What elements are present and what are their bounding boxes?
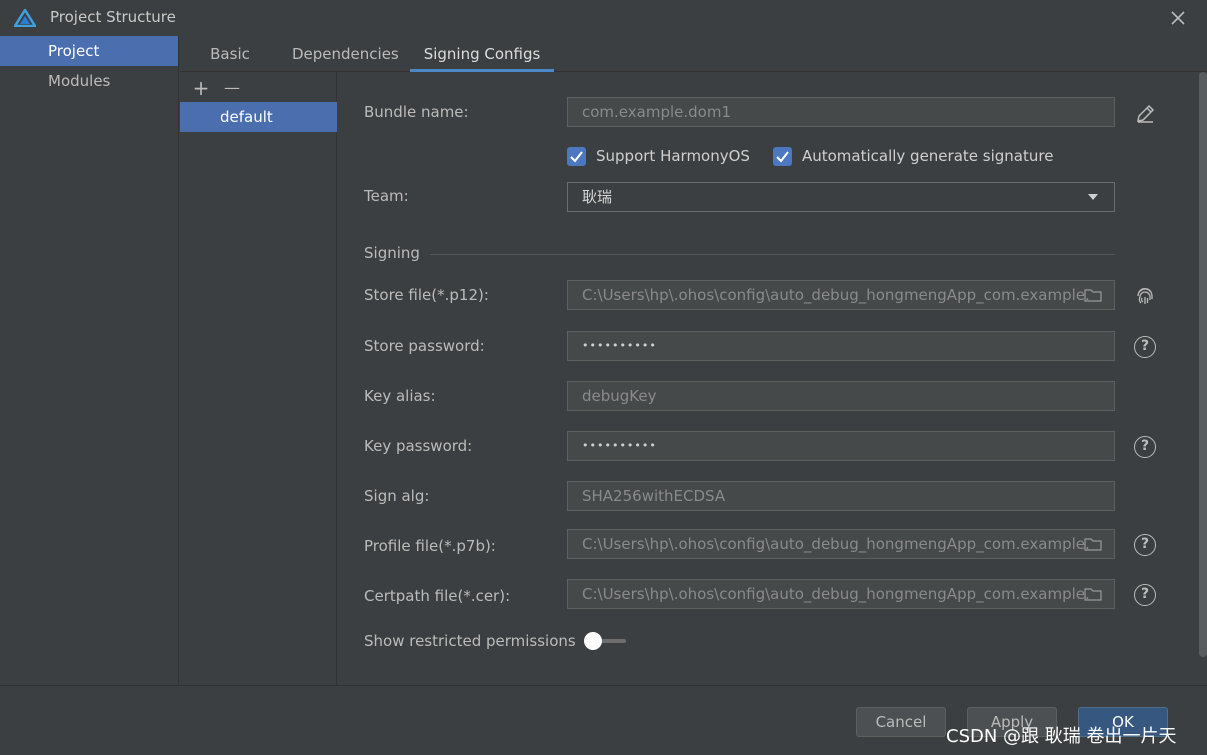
- window-title: Project Structure: [50, 8, 176, 26]
- profile-file-field[interactable]: C:\Users\hp\.ohos\config\auto_debug_hong…: [567, 529, 1115, 559]
- certpath-file-label: Certpath file(*.cer):: [364, 587, 511, 605]
- signing-form: Bundle name: com.example.dom1 Support Ha…: [338, 72, 1207, 685]
- key-password-label: Key password:: [364, 437, 473, 455]
- key-alias-field[interactable]: debugKey: [567, 381, 1115, 411]
- check-icon: [776, 150, 789, 163]
- edit-pencil-icon[interactable]: [1133, 102, 1157, 126]
- app-logo-icon: [14, 9, 36, 27]
- certpath-file-field[interactable]: C:\Users\hp\.ohos\config\auto_debug_hong…: [567, 579, 1115, 609]
- sidebar: Project Modules: [0, 36, 179, 685]
- sign-alg-field[interactable]: SHA256withECDSA: [567, 481, 1115, 511]
- help-icon[interactable]: ?: [1134, 584, 1156, 606]
- section-divider: [430, 254, 1115, 255]
- key-alias-label: Key alias:: [364, 387, 436, 405]
- config-list-panel: + — default: [180, 72, 337, 685]
- tab-signing-configs[interactable]: Signing Configs: [410, 36, 554, 72]
- tab-basic-info[interactable]: Basic Info: [195, 36, 265, 99]
- tab-signing-configs-label: Signing Configs: [423, 45, 541, 63]
- profile-file-value: C:\Users\hp\.ohos\config\auto_debug_hong…: [582, 535, 1090, 553]
- close-icon: [1171, 11, 1185, 25]
- remove-config-button[interactable]: —: [221, 76, 243, 100]
- store-file-field[interactable]: C:\Users\hp\.ohos\config\auto_debug_hong…: [567, 280, 1115, 310]
- vertical-scrollbar[interactable]: [1199, 72, 1207, 657]
- sign-alg-label: Sign alg:: [364, 487, 430, 505]
- auto-signature-label: Automatically generate signature: [801, 147, 1054, 165]
- team-label: Team:: [364, 187, 409, 205]
- auto-signature-checkbox[interactable]: [772, 146, 792, 166]
- sidebar-item-project[interactable]: Project: [0, 36, 178, 66]
- folder-icon[interactable]: [1084, 537, 1102, 551]
- key-password-field[interactable]: ••••••••••: [567, 431, 1115, 461]
- help-icon[interactable]: ?: [1134, 534, 1156, 556]
- store-password-label: Store password:: [364, 337, 485, 355]
- sidebar-item-modules[interactable]: Modules: [0, 66, 178, 96]
- fingerprint-icon[interactable]: [1133, 284, 1157, 308]
- show-restricted-label: Show restricted permissions: [364, 632, 576, 650]
- support-harmonyos-label: Support HarmonyOS: [596, 147, 750, 165]
- bundle-name-label: Bundle name:: [364, 103, 469, 121]
- config-item-default[interactable]: default: [180, 102, 337, 132]
- add-config-button[interactable]: +: [190, 76, 212, 100]
- store-file-label: Store file(*.p12):: [364, 286, 489, 304]
- check-icon: [570, 150, 583, 163]
- show-restricted-toggle[interactable]: [584, 631, 628, 651]
- folder-icon[interactable]: [1084, 587, 1102, 601]
- csdn-watermark: CSDN @跟 耿瑞 卷出一片天: [946, 726, 1177, 747]
- team-dropdown[interactable]: 耿瑞: [567, 182, 1115, 212]
- team-value: 耿瑞: [582, 188, 613, 206]
- toggle-knob: [584, 632, 602, 650]
- cancel-button[interactable]: Cancel: [856, 707, 946, 737]
- chevron-down-icon: [1088, 194, 1098, 200]
- store-password-field[interactable]: ••••••••••: [567, 331, 1115, 361]
- signing-section-title: Signing: [364, 244, 420, 262]
- store-file-value: C:\Users\hp\.ohos\config\auto_debug_hong…: [582, 286, 1090, 304]
- help-icon[interactable]: ?: [1134, 436, 1156, 458]
- support-harmonyos-checkbox[interactable]: [567, 146, 586, 166]
- bundle-name-field[interactable]: com.example.dom1: [567, 97, 1115, 127]
- close-button[interactable]: [1167, 7, 1189, 29]
- tab-dependencies[interactable]: Dependencies: [292, 36, 399, 72]
- profile-file-label: Profile file(*.p7b):: [364, 537, 496, 555]
- help-icon[interactable]: ?: [1134, 336, 1156, 358]
- certpath-file-value: C:\Users\hp\.ohos\config\auto_debug_hong…: [582, 585, 1090, 603]
- tab-bar: Basic Info Dependencies Signing Configs: [180, 36, 1207, 99]
- checkbox-row: Support HarmonyOS Automatically generate…: [567, 145, 1053, 167]
- title-bar: Project Structure: [0, 0, 1207, 36]
- folder-icon[interactable]: [1084, 288, 1102, 302]
